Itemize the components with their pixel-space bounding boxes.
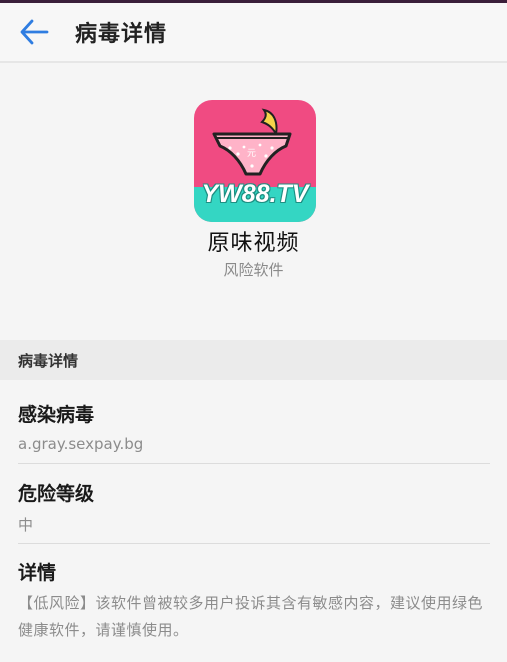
description-label: 详情 <box>18 562 57 584</box>
risk-level-item: 危险等级 中 <box>18 479 490 535</box>
risk-level-label: 危险等级 <box>18 483 95 505</box>
infection-item: 感染病毒 a.gray.sexpay.bg <box>18 400 490 453</box>
app-header: 病毒详情 <box>0 3 507 61</box>
divider <box>18 543 490 544</box>
description-item: 详情 【低风险】该软件曾被较多用户投诉其含有敏感内容，建议使用绿色健康软件，请谨… <box>18 558 490 644</box>
infection-label: 感染病毒 <box>18 404 95 426</box>
page-title: 病毒详情 <box>75 22 168 47</box>
section-header: 病毒详情 <box>0 340 507 380</box>
section-title: 病毒详情 <box>18 351 79 370</box>
risk-label: 风险软件 <box>223 261 284 279</box>
infection-value: a.gray.sexpay.bg <box>18 435 144 453</box>
app-name: 原味视频 <box>207 231 300 256</box>
divider <box>18 463 490 464</box>
back-arrow-icon <box>20 19 49 45</box>
icon-brand-text: YW88.TV <box>201 180 309 208</box>
app-icon: 元 YW88.TV <box>194 100 316 222</box>
app-info: 元 YW88.TV 原味视频 风险软件 <box>0 63 507 340</box>
svg-text:元: 元 <box>247 149 256 159</box>
description-value: 【低风险】该软件曾被较多用户投诉其含有敏感内容，建议使用绿色健康软件，请谨慎使用… <box>18 594 484 639</box>
back-button[interactable] <box>17 15 51 49</box>
risk-level-value: 中 <box>18 516 34 534</box>
